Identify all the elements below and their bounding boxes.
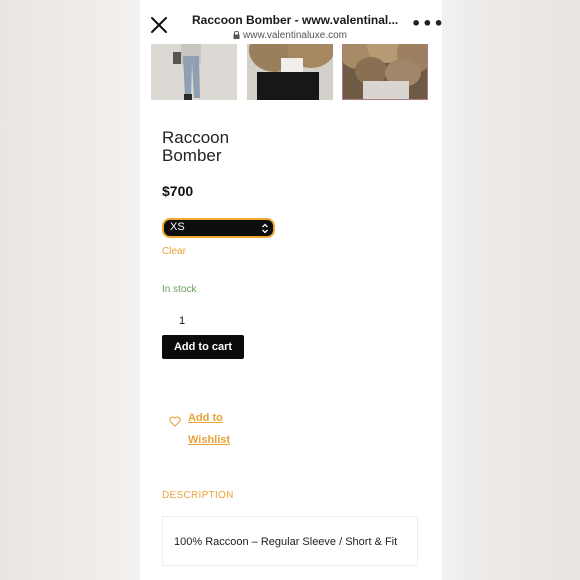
product-title: Raccoon Bomber (162, 128, 230, 165)
stock-status: In stock (162, 284, 197, 295)
add-to-wishlist-link[interactable]: Add to Wishlist (188, 407, 248, 451)
url-text: www.valentinaluxe.com (243, 30, 347, 41)
browser-top-bar: Raccoon Bomber - www.valentinal... www.v… (140, 0, 442, 44)
product-price: $700 (162, 183, 194, 199)
page-title: Raccoon Bomber - www.valentinal... (192, 13, 399, 27)
more-icon[interactable]: ••• (411, 14, 442, 33)
size-select[interactable]: XS (162, 218, 275, 238)
size-select-value: XS (170, 221, 185, 233)
mobile-page: Raccoon Bomber - www.valentinal... www.v… (140, 0, 442, 580)
thumbnail-1[interactable] (151, 36, 237, 100)
select-arrows-icon (262, 223, 268, 234)
close-icon[interactable] (150, 16, 172, 38)
add-to-cart-button[interactable]: Add to cart (162, 335, 244, 359)
lock-icon (233, 31, 240, 39)
heart-icon[interactable] (169, 412, 181, 427)
url-bar[interactable]: www.valentinaluxe.com (192, 30, 388, 41)
description-box: 100% Raccoon – Regular Sleeve / Short & … (162, 516, 418, 566)
thumbnail-2[interactable] (247, 36, 333, 100)
description-heading: DESCRIPTION (162, 490, 234, 501)
quantity-input[interactable]: 1 (162, 312, 202, 330)
clear-link[interactable]: Clear (162, 246, 186, 257)
thumbnail-3-selected[interactable] (342, 36, 428, 100)
description-text: 100% Raccoon – Regular Sleeve / Short & … (174, 536, 398, 548)
